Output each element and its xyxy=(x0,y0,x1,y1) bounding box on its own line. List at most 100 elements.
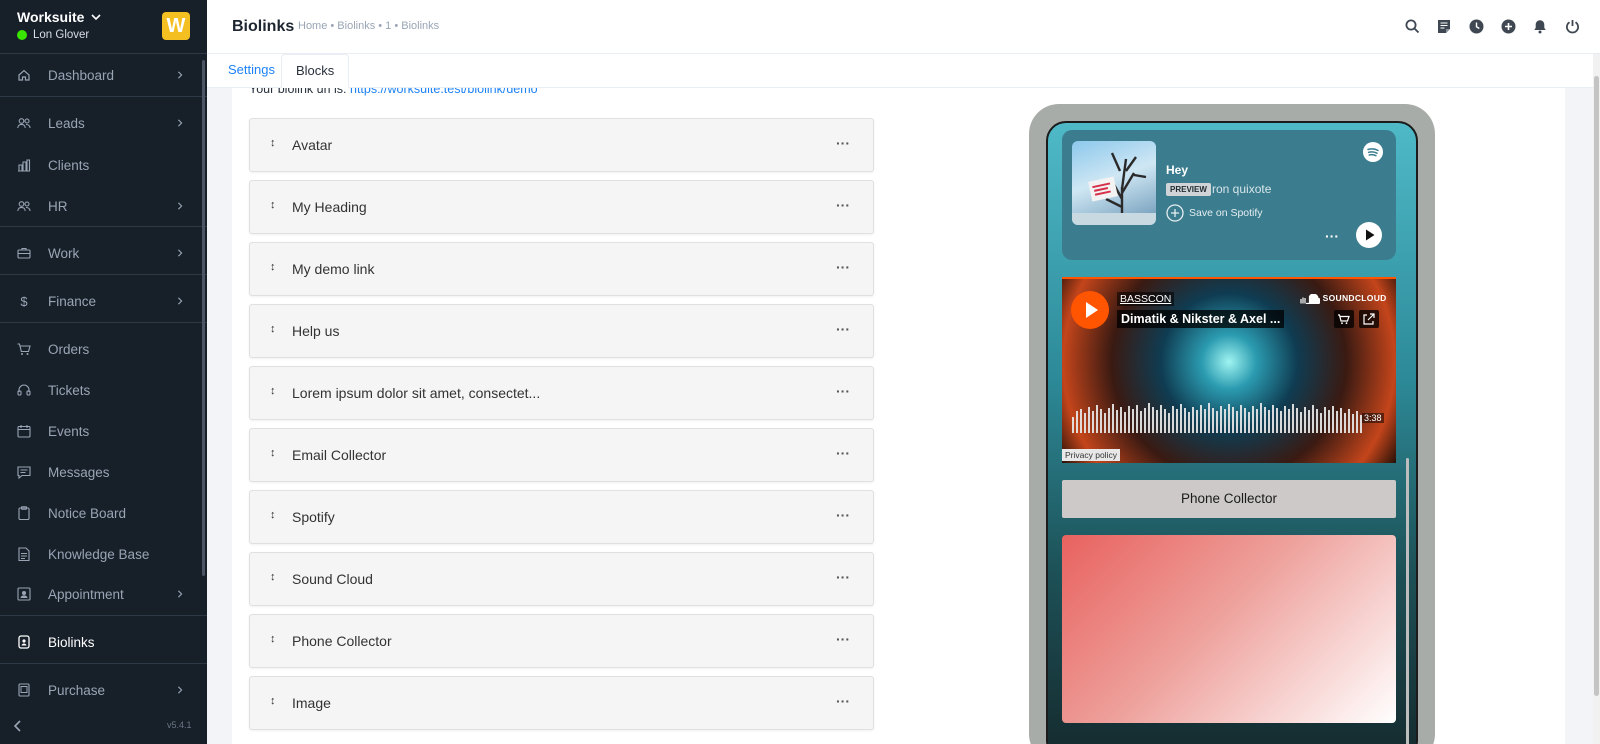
biolink-icon xyxy=(17,635,31,649)
drag-handle-icon[interactable]: ↕ xyxy=(270,199,276,211)
page-scrollbar-thumb[interactable] xyxy=(1594,76,1599,696)
block-name: Image xyxy=(292,695,331,711)
block-item[interactable]: ↕ Lorem ipsum dolor sit amet, consectet.… xyxy=(249,366,874,420)
people-icon xyxy=(17,199,31,213)
block-item[interactable]: ↕ My demo link ··· xyxy=(249,242,874,296)
chat-icon xyxy=(17,465,31,479)
block-item[interactable]: ↕ Phone Collector ··· xyxy=(249,614,874,668)
block-name: Email Collector xyxy=(292,447,387,463)
more-options-icon[interactable]: ··· xyxy=(836,135,850,151)
sidebar-item-label: Leads xyxy=(48,115,85,131)
spotify-logo-icon[interactable] xyxy=(1363,142,1383,162)
chevron-right-icon xyxy=(178,71,183,79)
preview-scrollbar[interactable] xyxy=(1406,458,1409,744)
sidebar-item-messages[interactable]: Messages xyxy=(0,459,207,485)
share-button[interactable] xyxy=(1359,310,1379,328)
page-scrollbar[interactable] xyxy=(1593,54,1600,744)
sidebar-item-notice-board[interactable]: Notice Board xyxy=(0,500,207,526)
more-options-icon[interactable]: ··· xyxy=(836,321,850,337)
spotify-artist[interactable]: ron quixote xyxy=(1212,182,1271,196)
block-item[interactable]: ↕ Help us ··· xyxy=(249,304,874,358)
block-item[interactable]: ↕ Avatar ··· xyxy=(249,118,874,172)
tab-settings[interactable]: Settings xyxy=(214,54,289,88)
divider xyxy=(0,226,207,227)
soundcloud-play-button[interactable] xyxy=(1071,291,1109,329)
soundcloud-cloud-icon xyxy=(1300,293,1322,304)
soundcloud-logo-text: SOUNDCLOUD xyxy=(1322,293,1387,303)
block-item[interactable]: ↕ My Heading ··· xyxy=(249,180,874,234)
more-options-icon[interactable]: ··· xyxy=(836,259,850,275)
soundcloud-logo[interactable]: SOUNDCLOUD xyxy=(1300,293,1387,304)
more-options-icon[interactable]: ··· xyxy=(836,197,850,213)
sidebar-item-orders[interactable]: Orders xyxy=(0,336,207,362)
clock-icon[interactable] xyxy=(1468,17,1484,35)
sidebar-item-label: HR xyxy=(48,198,68,214)
sidebar-item-label: Biolinks xyxy=(48,634,95,650)
block-item[interactable]: ↕ Sound Cloud ··· xyxy=(249,552,874,606)
tab-bar: Settings Blocks xyxy=(207,54,1593,88)
sidebar-item-clients[interactable]: Clients xyxy=(0,152,207,178)
sidebar-item-appointment[interactable]: Appointment xyxy=(0,581,207,607)
sidebar-item-tickets[interactable]: Tickets xyxy=(0,377,207,403)
app-logo[interactable]: W xyxy=(162,12,190,40)
spotify-embed[interactable]: Hey PREVIEW ron quixote Save on Spotify … xyxy=(1062,130,1396,260)
power-icon[interactable] xyxy=(1564,17,1580,35)
sidebar-scrollbar[interactable] xyxy=(202,60,205,576)
drag-handle-icon[interactable]: ↕ xyxy=(270,695,276,707)
more-options-icon[interactable]: ··· xyxy=(836,693,850,709)
more-options-icon[interactable]: ··· xyxy=(836,445,850,461)
sidebar-item-label: Notice Board xyxy=(48,505,127,521)
drag-handle-icon[interactable]: ↕ xyxy=(270,137,276,149)
dollar-icon: $ xyxy=(20,293,28,309)
phone-collector-button[interactable]: Phone Collector xyxy=(1062,480,1396,518)
sidebar-item-label: Dashboard xyxy=(48,67,115,83)
collapse-sidebar-icon[interactable] xyxy=(13,720,23,732)
sidebar-item-knowledge-base[interactable]: Knowledge Base xyxy=(0,541,207,567)
sidebar-item-leads[interactable]: Leads xyxy=(0,110,207,136)
chevron-right-icon xyxy=(178,686,183,694)
more-options-icon[interactable]: ··· xyxy=(1325,228,1339,244)
soundcloud-embed[interactable]: BASSCON Dimatik & Nikster & Axel ... SOU… xyxy=(1062,277,1396,463)
more-options-icon[interactable]: ··· xyxy=(836,631,850,647)
bell-icon[interactable] xyxy=(1532,17,1548,35)
block-item[interactable]: ↕ Image ··· xyxy=(249,676,874,730)
block-item[interactable]: ↕ Email Collector ··· xyxy=(249,428,874,482)
current-user: Lon Glover xyxy=(17,29,89,41)
save-on-spotify-button[interactable]: Save on Spotify xyxy=(1166,204,1263,222)
drag-handle-icon[interactable]: ↕ xyxy=(270,385,276,397)
more-options-icon[interactable]: ··· xyxy=(836,383,850,399)
sidebar-item-finance[interactable]: $ Finance xyxy=(0,288,207,314)
sidebar-item-purchase[interactable]: Purchase xyxy=(0,677,207,703)
biolink-url-link[interactable]: https://worksuite.test/biolink/demo xyxy=(350,88,538,96)
drag-handle-icon[interactable]: ↕ xyxy=(270,633,276,645)
search-icon[interactable] xyxy=(1404,17,1420,35)
block-item[interactable]: ↕ Spotify ··· xyxy=(249,490,874,544)
tab-blocks[interactable]: Blocks xyxy=(281,54,350,88)
breadcrumb: Home • Biolinks • 1 • Biolinks xyxy=(298,20,440,32)
add-icon[interactable] xyxy=(1500,17,1516,35)
company-switcher[interactable]: Worksuite xyxy=(17,9,102,25)
sidebar-item-events[interactable]: Events xyxy=(0,418,207,444)
play-button[interactable] xyxy=(1356,222,1382,248)
sidebar-item-work[interactable]: Work xyxy=(0,240,207,266)
drag-handle-icon[interactable]: ↕ xyxy=(270,509,276,521)
play-icon xyxy=(1366,229,1375,241)
privacy-policy-link[interactable]: Privacy policy xyxy=(1062,449,1120,461)
drag-handle-icon[interactable]: ↕ xyxy=(270,571,276,583)
more-options-icon[interactable]: ··· xyxy=(836,507,850,523)
sidebar-item-dashboard[interactable]: Dashboard xyxy=(0,62,207,88)
sidebar-item-hr[interactable]: HR xyxy=(0,193,207,219)
clipboard-icon xyxy=(17,506,31,520)
sticky-note-icon[interactable] xyxy=(1436,17,1452,35)
drag-handle-icon[interactable]: ↕ xyxy=(270,261,276,273)
chevron-right-icon xyxy=(178,202,183,210)
buy-button[interactable] xyxy=(1334,310,1354,328)
soundcloud-user-link[interactable]: BASSCON xyxy=(1117,292,1175,306)
sidebar-item-biolinks[interactable]: Biolinks xyxy=(0,629,207,655)
drag-handle-icon[interactable]: ↕ xyxy=(270,447,276,459)
waveform[interactable] xyxy=(1072,399,1388,433)
soundcloud-track-title[interactable]: Dimatik & Nikster & Axel ... xyxy=(1117,310,1285,328)
drag-handle-icon[interactable]: ↕ xyxy=(270,323,276,335)
briefcase-icon xyxy=(17,246,31,260)
more-options-icon[interactable]: ··· xyxy=(836,569,850,585)
